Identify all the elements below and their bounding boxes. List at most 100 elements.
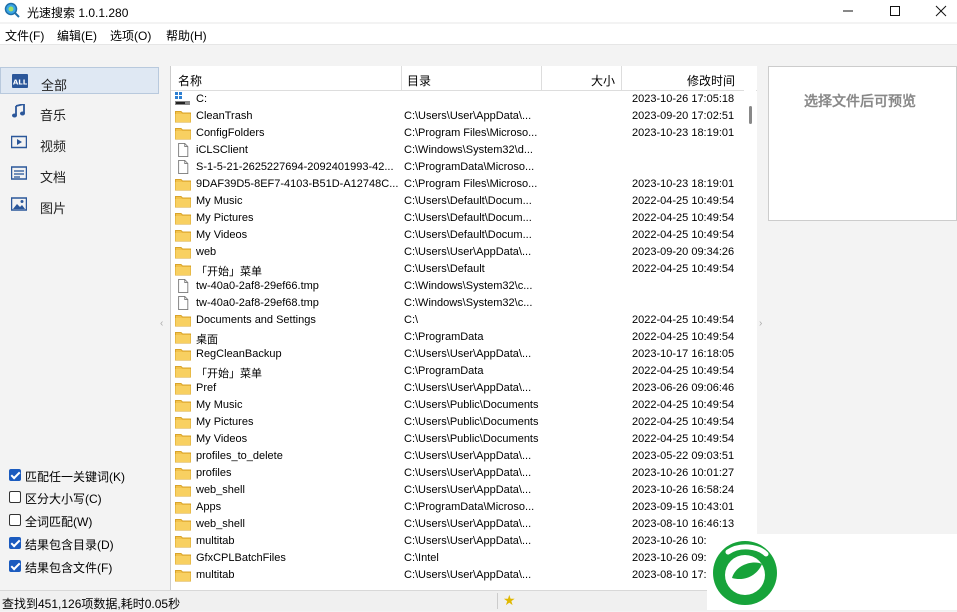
folder-icon xyxy=(175,247,191,259)
maximize-button[interactable] xyxy=(872,0,918,22)
row-modified-time: 2022-04-25 10:49:54 xyxy=(632,195,735,207)
table-row[interactable]: S-1-5-21-2625227694-2092401993-42... C:\P… xyxy=(171,159,743,176)
row-name: S-1-5-21-2625227694-2092401993-42... xyxy=(196,161,394,173)
table-row[interactable]: Pref C:\Users\User\AppData\... 2023-06-26 … xyxy=(171,380,743,397)
table-row[interactable]: My Pictures C:\Users\Default\Docum... 2022… xyxy=(171,210,743,227)
sidebar-item-video[interactable]: 视频 xyxy=(0,129,159,156)
menu-file[interactable]: 文件(F) xyxy=(5,27,44,44)
folder-icon xyxy=(175,128,191,140)
column-divider[interactable] xyxy=(541,66,542,90)
column-divider[interactable] xyxy=(621,66,622,90)
column-header-size[interactable]: 大小 xyxy=(591,72,615,89)
row-directory: C:\Users\User\AppData\... xyxy=(404,450,532,462)
row-directory: C:\ProgramData xyxy=(404,331,484,343)
menu-edit[interactable]: 编辑(E) xyxy=(57,27,97,44)
menu-help[interactable]: 帮助(H) xyxy=(166,27,207,44)
results-list: 名称 目录 大小 修改时间 C: 2023-10-26 17:05:18 Clean… xyxy=(170,66,757,590)
sidebar-item-documents[interactable]: 文档 xyxy=(0,160,159,187)
folder-icon xyxy=(175,536,191,548)
row-directory: C:\ProgramData\Microso... xyxy=(404,501,535,513)
table-row[interactable]: 桌面 C:\ProgramData 2022-04-25 10:49:54 xyxy=(171,329,743,346)
title-bar: 光速搜索 1.0.1.280 xyxy=(0,0,957,22)
checkbox[interactable] xyxy=(9,491,21,503)
row-modified-time: 2022-04-25 10:49:54 xyxy=(632,314,735,326)
sidebar-item-all[interactable]: ALL 全部 xyxy=(0,67,159,94)
row-directory: C:\Windows\System32\d... xyxy=(404,144,533,156)
table-row[interactable]: ConfigFolders C:\Program Files\Microso...… xyxy=(171,125,743,142)
checkbox[interactable] xyxy=(9,514,21,526)
row-modified-time: 2023-08-10 16:46:13 xyxy=(632,518,735,530)
table-row[interactable]: tw-40a0-2af8-29ef68.tmp C:\Windows\System… xyxy=(171,295,743,312)
table-row[interactable]: GfxCPLBatchFiles C:\Intel 2023-10-26 09: xyxy=(171,550,743,567)
row-name: profiles_to_delete xyxy=(196,450,283,462)
folder-icon xyxy=(175,553,191,565)
checkbox[interactable] xyxy=(9,537,21,549)
table-row[interactable]: web_shell C:\Users\User\AppData\... 2023-0… xyxy=(171,516,743,533)
table-row[interactable]: RegCleanBackup C:\Users\User\AppData\... 2… xyxy=(171,346,743,363)
row-directory: C:\Users\User\AppData\... xyxy=(404,535,532,547)
row-modified-time: 2023-05-22 09:03:51 xyxy=(632,450,735,462)
row-modified-time: 2023-09-15 10:43:01 xyxy=(632,501,735,513)
table-row[interactable]: My Pictures C:\Users\Public\Documents 2022… xyxy=(171,414,743,431)
status-text: 查找到451,126项数据,耗时0.05秒 xyxy=(2,597,181,611)
column-divider[interactable] xyxy=(401,66,402,90)
leaf-logo-icon xyxy=(713,541,777,605)
scrollbar-thumb[interactable] xyxy=(749,106,752,124)
preview-placeholder: 选择文件后可预览 xyxy=(804,93,916,109)
sidebar-item-pictures[interactable]: 图片 xyxy=(0,191,159,218)
row-directory: C:\Program Files\Microso... xyxy=(404,127,538,139)
table-row[interactable]: 「开始」菜单 C:\ProgramData 2022-04-25 10:49:54 xyxy=(171,363,743,380)
sidebar-item-music[interactable]: 音乐 xyxy=(0,98,159,125)
folder-icon xyxy=(175,366,191,378)
minimize-button[interactable] xyxy=(825,0,871,22)
vertical-scrollbar[interactable] xyxy=(744,90,756,590)
sidebar-item-label: 文档 xyxy=(40,170,67,185)
collapse-left-icon[interactable]: ‹ xyxy=(160,318,163,329)
table-row[interactable]: multitab C:\Users\User\AppData\... 2023-08… xyxy=(171,567,743,584)
row-directory: C:\Users\User\AppData\... xyxy=(404,569,532,581)
collapse-right-icon[interactable]: › xyxy=(759,318,762,329)
row-modified-time: 2022-04-25 10:49:54 xyxy=(632,212,735,224)
row-name: My Music xyxy=(196,399,243,411)
table-row[interactable]: tw-40a0-2af8-29ef66.tmp C:\Windows\System… xyxy=(171,278,743,295)
row-name: My Pictures xyxy=(196,212,254,224)
checkbox[interactable] xyxy=(9,469,21,481)
column-header-directory[interactable]: 目录 xyxy=(407,72,431,89)
table-row[interactable]: C: 2023-10-26 17:05:18 xyxy=(171,91,743,108)
table-row[interactable]: CleanTrash C:\Users\User\AppData\... 2023-… xyxy=(171,108,743,125)
row-name: tw-40a0-2af8-29ef68.tmp xyxy=(196,297,319,309)
checkbox[interactable] xyxy=(9,560,21,572)
row-modified-time: 2023-10-26 17:05:18 xyxy=(632,93,735,105)
menu-options[interactable]: 选项(O) xyxy=(110,27,151,44)
table-row[interactable]: Documents and Settings C:\ 2022-04-25 10:4… xyxy=(171,312,743,329)
folder-icon xyxy=(175,332,191,344)
table-row[interactable]: profiles_to_delete C:\Users\User\AppData\… xyxy=(171,448,743,465)
table-row[interactable]: iCLSClient C:\Windows\System32\d... xyxy=(171,142,743,159)
table-row[interactable]: My Videos C:\Users\Default\Docum... 2022-0… xyxy=(171,227,743,244)
list-header: 名称 目录 大小 修改时间 xyxy=(171,66,757,91)
row-directory: C:\Users\Default xyxy=(404,263,485,275)
folder-icon xyxy=(175,468,191,480)
table-row[interactable]: web_shell C:\Users\User\AppData\... 2023-1… xyxy=(171,482,743,499)
row-modified-time: 2023-10-26 10:01:27 xyxy=(632,467,735,479)
column-header-name[interactable]: 名称 xyxy=(178,72,202,89)
table-row[interactable]: My Music C:\Users\Public\Documents 2022-04… xyxy=(171,397,743,414)
table-row[interactable]: web C:\Users\User\AppData\... 2023-09-20 0… xyxy=(171,244,743,261)
table-row[interactable]: 9DAF39D5-8EF7-4103-B51D-A12748C... C:\Pro… xyxy=(171,176,743,193)
table-row[interactable]: profiles C:\Users\User\AppData\... 2023-10… xyxy=(171,465,743,482)
row-directory: C:\Windows\System32\c... xyxy=(404,297,533,309)
table-row[interactable]: Apps C:\ProgramData\Microso... 2023-09-15 … xyxy=(171,499,743,516)
row-modified-time: 2023-10-26 16:58:24 xyxy=(632,484,735,496)
folder-icon xyxy=(175,111,191,123)
row-name: RegCleanBackup xyxy=(196,348,282,360)
column-header-modified[interactable]: 修改时间 xyxy=(687,72,735,89)
status-divider xyxy=(497,593,498,609)
row-name: web_shell xyxy=(196,518,245,530)
table-row[interactable]: My Music C:\Users\Default\Docum... 2022-04… xyxy=(171,193,743,210)
close-button[interactable] xyxy=(918,0,957,22)
row-name: 「开始」菜单 xyxy=(196,368,262,380)
table-row[interactable]: 「开始」菜单 C:\Users\Default 2022-04-25 10:49:5… xyxy=(171,261,743,278)
table-row[interactable]: multitab C:\Users\User\AppData\... 2023-10… xyxy=(171,533,743,550)
star-icon[interactable]: ★ xyxy=(503,592,516,609)
table-row[interactable]: My Videos C:\Users\Public\Documents 2022-0… xyxy=(171,431,743,448)
